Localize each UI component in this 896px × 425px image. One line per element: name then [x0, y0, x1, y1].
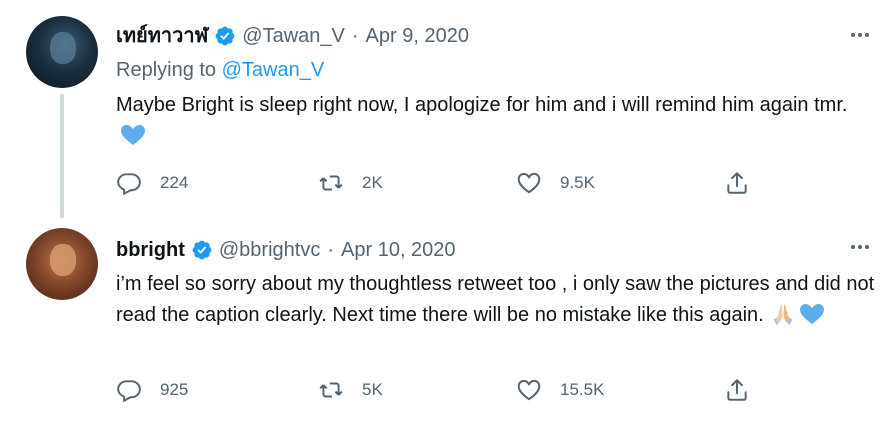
- share-icon: [727, 379, 747, 401]
- replying-to: Replying to @Tawan_V: [116, 59, 324, 82]
- share-icon: [727, 172, 747, 194]
- like-heart-icon: [517, 172, 541, 194]
- like-count: 9.5K: [560, 173, 595, 192]
- like-button[interactable]: 9.5K: [516, 170, 595, 196]
- replying-to-label: Replying to: [116, 59, 217, 81]
- tweet[interactable]: bbright @bbrightvc · Apr 10, 2020 i’m fe…: [0, 214, 896, 425]
- verified-badge-icon: [192, 240, 212, 260]
- reply-icon: [117, 380, 141, 403]
- reply-icon: [117, 173, 141, 196]
- retweet-count: 5K: [362, 380, 383, 399]
- tweet-text: i’m feel so sorry about my thoughtless r…: [116, 269, 876, 331]
- more-options-icon[interactable]: [846, 21, 874, 49]
- retweet-icon: [319, 382, 343, 398]
- tweet-header: bbright @bbrightvc · Apr 10, 2020: [116, 237, 456, 263]
- folded-hands-emoji-icon: [773, 305, 793, 325]
- separator-dot: ·: [351, 25, 359, 47]
- tweet-text: Maybe Bright is sleep right now, I apolo…: [116, 90, 876, 152]
- retweet-button[interactable]: 5K: [318, 377, 383, 403]
- blue-heart-emoji-icon: [121, 125, 145, 145]
- tweet-actions: 925 5K 15.5K: [116, 375, 756, 405]
- tweet-actions: 224 2K 9.5K: [116, 168, 756, 198]
- tweet-date[interactable]: Apr 10, 2020: [341, 237, 456, 263]
- like-count: 15.5K: [560, 380, 605, 399]
- user-handle[interactable]: @Tawan_V: [242, 23, 345, 49]
- share-button[interactable]: [724, 170, 750, 196]
- retweet-button[interactable]: 2K: [318, 170, 383, 196]
- share-button[interactable]: [724, 377, 750, 403]
- tweet[interactable]: เทย์ทาวาฬ @Tawan_V · Apr 9, 2020 Replyin…: [0, 0, 896, 218]
- reply-count: 925: [160, 380, 189, 399]
- thread-connector-line: [60, 94, 64, 218]
- avatar-photo: [50, 32, 76, 64]
- display-name[interactable]: bbright: [116, 237, 185, 263]
- tweet-text-content: Maybe Bright is sleep right now, I apolo…: [116, 94, 848, 116]
- more-options-icon[interactable]: [846, 233, 874, 261]
- verified-badge-icon: [215, 26, 235, 46]
- separator-dot: ·: [327, 239, 335, 261]
- blue-heart-emoji-icon: [800, 304, 825, 324]
- like-heart-icon: [517, 379, 541, 401]
- reply-button[interactable]: 224: [116, 170, 188, 196]
- avatar-photo: [50, 244, 76, 276]
- reply-button[interactable]: 925: [116, 377, 188, 403]
- reply-count: 224: [160, 173, 189, 192]
- user-handle[interactable]: @bbrightvc: [219, 237, 320, 263]
- tweet-header: เทย์ทาวาฬ @Tawan_V · Apr 9, 2020: [116, 23, 469, 49]
- avatar[interactable]: [26, 16, 98, 88]
- tweet-text-content: i’m feel so sorry about my thoughtless r…: [116, 273, 875, 326]
- retweet-icon: [319, 175, 343, 191]
- like-button[interactable]: 15.5K: [516, 377, 604, 403]
- avatar[interactable]: [26, 228, 98, 300]
- display-name[interactable]: เทย์ทาวาฬ: [116, 23, 208, 49]
- replying-to-handle-link[interactable]: @Tawan_V: [222, 59, 325, 81]
- tweet-date[interactable]: Apr 9, 2020: [366, 23, 469, 49]
- retweet-count: 2K: [362, 173, 383, 192]
